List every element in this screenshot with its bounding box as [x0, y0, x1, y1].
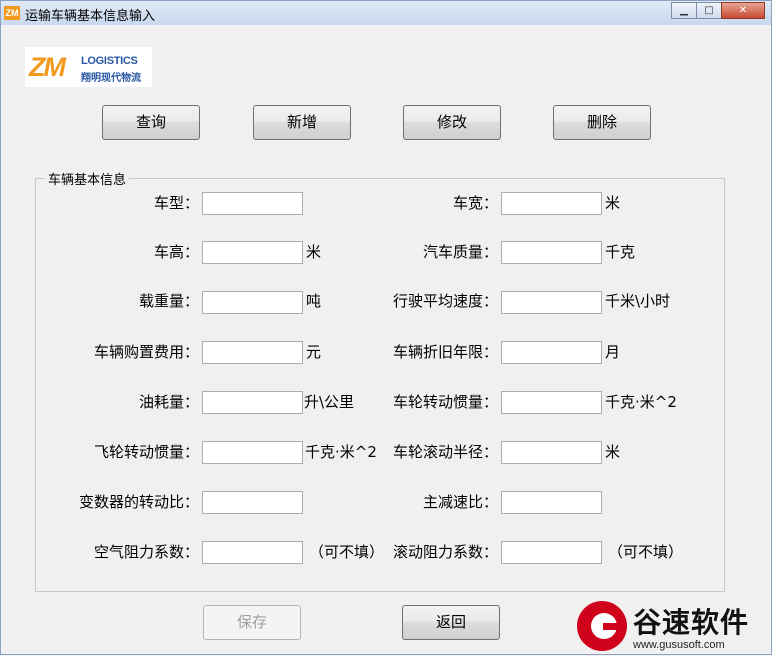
field-label-load-capacity: 载重量： [138, 292, 199, 310]
field-label-air-drag-coefficient: 空气阻力系数： [93, 543, 199, 561]
rolling-resistance-input[interactable] [501, 541, 602, 564]
close-button[interactable]: ✕ [721, 2, 765, 19]
watermark: 谷速软件 www.gususoft.com [573, 599, 772, 656]
logo-mark: ZM [29, 52, 66, 82]
field-label-final-drive-ratio: 主减速比： [422, 493, 498, 511]
add-button[interactable]: 新增 [253, 105, 351, 140]
unit-depreciation-period: 月 [605, 343, 621, 361]
field-label-vehicle-mass: 汽车质量： [422, 243, 498, 261]
depreciation-period-input[interactable] [501, 341, 602, 364]
group-title: 车辆基本信息 [48, 173, 127, 188]
vehicle-type-input[interactable] [202, 192, 303, 215]
field-label-depreciation-period: 车辆折旧年限： [392, 343, 498, 361]
minimize-button[interactable]: ▁ [671, 2, 697, 19]
unit-load-capacity: 吨 [306, 292, 322, 310]
maximize-button[interactable]: □ [696, 2, 722, 19]
unit-vehicle-mass: 千克 [605, 243, 636, 261]
flywheel-inertia-input[interactable] [202, 441, 303, 464]
vehicle-mass-input[interactable] [501, 241, 602, 264]
wheel-inertia-input[interactable] [501, 391, 602, 414]
unit-wheel-inertia: 千克·米^2 [605, 393, 677, 411]
field-label-vehicle-height: 车高： [153, 243, 199, 261]
window-title: 运输车辆基本信息输入 [25, 9, 156, 24]
back-button[interactable]: 返回 [402, 605, 500, 640]
air-drag-coefficient-input[interactable] [202, 541, 303, 564]
title-bar[interactable]: ZM 运输车辆基本信息输入 ▁ □ ✕ [1, 1, 771, 25]
field-label-fuel-consumption: 油耗量： [138, 393, 199, 411]
field-label-gear-ratio: 变数器的转动比： [78, 493, 199, 511]
watermark-logo-icon [577, 601, 627, 651]
unit-average-speed: 千米\小时 [605, 292, 671, 310]
save-button[interactable]: 保存 [203, 605, 301, 640]
wheel-radius-input[interactable] [501, 441, 602, 464]
unit-wheel-radius: 米 [605, 443, 621, 461]
app-icon: ZM [4, 6, 20, 20]
load-capacity-input[interactable] [202, 291, 303, 314]
query-button[interactable]: 查询 [102, 105, 200, 140]
final-drive-ratio-input[interactable] [501, 491, 602, 514]
unit-vehicle-height: 米 [306, 243, 322, 261]
unit-purchase-cost: 元 [306, 343, 322, 361]
delete-button[interactable]: 删除 [553, 105, 651, 140]
optional-note-rolling-resistance: （可不填） [608, 543, 684, 561]
close-icon: ✕ [738, 5, 748, 16]
gear-ratio-input[interactable] [202, 491, 303, 514]
vehicle-info-group: 车辆基本信息 [35, 169, 725, 592]
unit-flywheel-inertia: 千克·米^2 [305, 443, 377, 461]
vehicle-width-input[interactable] [501, 192, 602, 215]
watermark-text: 谷速软件 [633, 606, 750, 639]
field-label-purchase-cost: 车辆购置费用： [93, 343, 199, 361]
field-label-average-speed: 行驶平均速度： [392, 292, 498, 310]
vehicle-height-input[interactable] [202, 241, 303, 264]
field-label-vehicle-width: 车宽： [452, 194, 498, 212]
average-speed-input[interactable] [501, 291, 602, 314]
optional-note-air-drag: （可不填） [309, 543, 385, 561]
modify-button[interactable]: 修改 [403, 105, 501, 140]
watermark-url: www.gususoft.com [633, 639, 725, 651]
field-label-wheel-inertia: 车轮转动惯量： [392, 393, 498, 411]
field-label-vehicle-type: 车型： [153, 194, 199, 212]
field-label-wheel-radius: 车轮滚动半径： [392, 443, 498, 461]
minimize-icon: ▁ [680, 5, 688, 16]
company-logo: ZM LOGISTICS 翔明现代物流 [25, 47, 152, 87]
unit-fuel-consumption: 升\公里 [304, 393, 355, 411]
field-label-flywheel-inertia: 飞轮转动惯量： [93, 443, 199, 461]
main-window: ZM 运输车辆基本信息输入 ▁ □ ✕ ZM LOGISTICS 翔明现代物流 … [0, 0, 772, 655]
field-label-rolling-resistance: 滚动阻力系数： [392, 543, 498, 561]
unit-vehicle-width: 米 [605, 194, 621, 212]
logo-chinese-text: 翔明现代物流 [81, 73, 141, 84]
maximize-icon: □ [704, 5, 714, 16]
fuel-consumption-input[interactable] [202, 391, 303, 414]
logo-english-text: LOGISTICS [81, 55, 138, 67]
purchase-cost-input[interactable] [202, 341, 303, 364]
